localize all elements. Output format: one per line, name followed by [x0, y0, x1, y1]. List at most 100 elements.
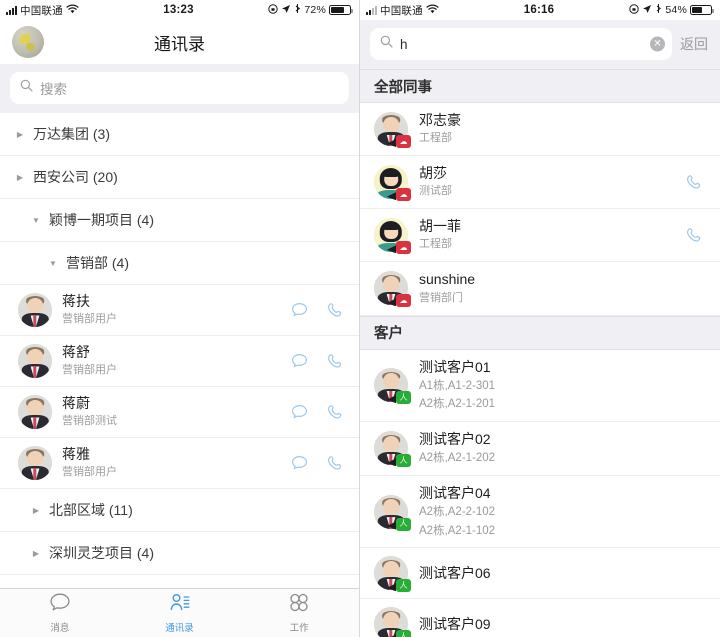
wifi-icon [66, 4, 79, 17]
contact-actions [289, 300, 345, 320]
signal-bars-icon [6, 5, 17, 15]
wifi-icon [426, 4, 439, 17]
search-query-text: h [400, 36, 408, 52]
phone-icon[interactable] [325, 453, 345, 473]
contact-actions [289, 402, 345, 422]
tree-item-yingbo-project[interactable]: ▼ 颖博一期项目 (4) [0, 199, 359, 242]
result-row-customer[interactable]: 人 测试客户04 A2栋,A2-2-102 A2栋,A2-1-102 [360, 476, 720, 549]
result-address-1: A1栋,A1-2-301 [419, 379, 496, 392]
avatar [18, 446, 52, 480]
tree-item-label: 万达集团 (3) [33, 126, 110, 142]
result-info: 测试客户09 [419, 615, 704, 633]
tab-label: 通讯录 [165, 623, 194, 634]
contact-name: 蒋扶 [62, 292, 90, 309]
result-name: 测试客户01 [419, 358, 491, 375]
tree-item-marketing-dept[interactable]: ▼ 营销部 (4) [0, 242, 359, 285]
result-address-2: A2栋,A2-1-201 [419, 398, 496, 411]
result-row-customer[interactable]: 人 测试客户01 A1栋,A1-2-301 A2栋,A2-1-201 [360, 350, 720, 423]
status-right-group: 72% [194, 3, 354, 17]
contact-row[interactable]: 蒋舒 营销部用户 [0, 336, 359, 387]
phone-icon[interactable] [325, 402, 345, 422]
contact-row[interactable]: 蒋雅 营销部用户 [0, 438, 359, 489]
status-bar-left: 中国联通 13:23 72% [0, 0, 359, 20]
chevron-right-icon: ▶ [32, 548, 40, 558]
colleague-badge-icon: ☁ [396, 188, 411, 202]
chat-bubble-icon[interactable] [289, 402, 309, 422]
battery-percent-label: 54% [665, 4, 688, 16]
customer-badge-icon: 人 [396, 579, 411, 593]
result-address-1: A2栋,A2-1-202 [419, 452, 496, 465]
result-row-colleague[interactable]: ☁ 胡莎 测试部 [360, 156, 720, 210]
search-bar-active: h ✕ 返回 [360, 20, 720, 69]
avatar: ☁ [374, 218, 411, 255]
customer-badge-icon: 人 [396, 630, 411, 637]
signal-bars-icon [366, 5, 377, 15]
status-right-group: 54% [554, 3, 715, 17]
result-row-customer[interactable]: 人 测试客户09 [360, 599, 720, 637]
tree-item-shenzhen-project[interactable]: ▶ 深圳灵芝项目 (4) [0, 532, 359, 575]
location-arrow-icon [642, 4, 652, 17]
result-info: 邓志豪 工程部 [419, 111, 704, 147]
chat-bubble-icon [49, 592, 71, 618]
phone-icon[interactable] [325, 351, 345, 371]
avatar [18, 293, 52, 327]
tab-contacts[interactable]: 通讯录 [120, 592, 240, 634]
result-info: 测试客户02 A2栋,A2-1-202 [419, 430, 704, 467]
contact-info: 蒋蔚 营销部测试 [62, 395, 289, 429]
phone-icon[interactable] [684, 172, 704, 192]
contact-name: 蒋雅 [62, 445, 90, 462]
bottom-tab-bar: 消息 通讯录 工作 [0, 588, 359, 637]
result-name: sunshine [419, 271, 476, 288]
contact-desc: 营销部用户 [62, 364, 117, 377]
tree-item-label: 颖博一期项目 (4) [49, 212, 154, 228]
result-name: 测试客户06 [419, 565, 491, 582]
grid-apps-icon [288, 592, 310, 618]
result-subtitle: 工程部 [419, 132, 452, 145]
contact-actions [289, 351, 345, 371]
result-name: 测试客户04 [419, 484, 491, 501]
tree-item-xian-company[interactable]: ▶ 西安公司 (20) [0, 156, 359, 199]
contact-name: 蒋蔚 [62, 394, 90, 411]
result-row-colleague[interactable]: ☁ 邓志豪 工程部 [360, 103, 720, 157]
avatar: ☁ [374, 112, 411, 149]
tab-work[interactable]: 工作 [239, 592, 359, 634]
avatar [18, 344, 52, 378]
search-input[interactable]: 搜索 [10, 72, 349, 104]
phone-icon[interactable] [325, 300, 345, 320]
contacts-icon [169, 592, 191, 618]
back-button[interactable]: 返回 [680, 34, 710, 54]
tree-item-north-region[interactable]: ▶ 北部区域 (11) [0, 489, 359, 532]
chat-bubble-icon[interactable] [289, 300, 309, 320]
contact-row[interactable]: 蒋扶 营销部用户 [0, 285, 359, 336]
search-icon [380, 35, 393, 53]
result-row-colleague[interactable]: ☁ 胡一菲 工程部 [360, 209, 720, 263]
tree-item-wanda-group[interactable]: ▶ 万达集团 (3) [0, 113, 359, 156]
contact-row[interactable]: 蒋蔚 营销部测试 [0, 387, 359, 438]
clear-circle-icon[interactable]: ✕ [650, 36, 665, 52]
user-avatar[interactable] [12, 26, 44, 58]
battery-percent-label: 72% [304, 4, 327, 16]
tab-messages[interactable]: 消息 [0, 592, 120, 634]
chat-bubble-icon[interactable] [289, 453, 309, 473]
search-input[interactable]: h ✕ [370, 28, 672, 60]
result-info: sunshine 营销部门 [419, 270, 704, 306]
chat-bubble-icon[interactable] [289, 351, 309, 371]
avatar [18, 395, 52, 429]
tab-label: 消息 [50, 623, 70, 634]
colleague-badge-icon: ☁ [396, 294, 411, 308]
result-info: 胡一菲 工程部 [419, 217, 684, 253]
phone-icon[interactable] [684, 225, 704, 245]
result-row-customer[interactable]: 人 测试客户02 A2栋,A2-1-202 [360, 422, 720, 476]
contact-info: 蒋舒 营销部用户 [62, 344, 289, 378]
result-info: 测试客户01 A1栋,A1-2-301 A2栋,A2-1-201 [419, 358, 704, 414]
avatar: ☁ [374, 271, 411, 308]
result-address-2: A2栋,A2-1-102 [419, 524, 496, 537]
tree-item-label: 营销部 (4) [66, 255, 129, 271]
battery-icon [690, 5, 715, 15]
status-bar-right: 中国联通 16:16 54% [360, 0, 720, 20]
result-row-colleague[interactable]: ☁ sunshine 营销部门 [360, 262, 720, 316]
result-subtitle: 营销部门 [419, 291, 463, 304]
result-row-customer[interactable]: 人 测试客户06 [360, 548, 720, 600]
customer-badge-icon: 人 [396, 454, 411, 468]
contact-desc: 营销部测试 [62, 415, 117, 428]
